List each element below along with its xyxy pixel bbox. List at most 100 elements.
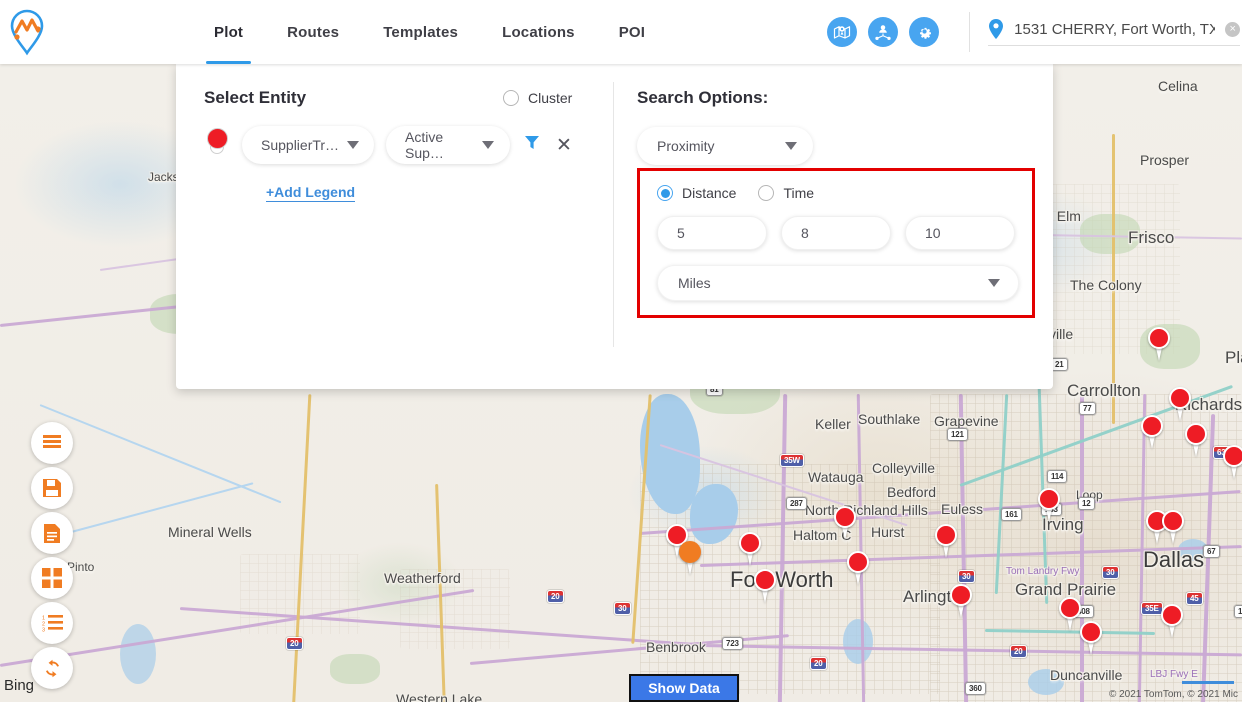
remove-entity-button[interactable]: ✕ [556,136,572,155]
pin-head [1038,488,1060,510]
pin-head [1080,621,1102,643]
map-city-label: Pla [1225,348,1242,367]
map-city-label: Fort Worth [730,567,834,592]
location-value[interactable]: 1531 CHERRY, Fort Worth, TX … [1014,21,1215,38]
map-route-shield: 161 [1001,508,1022,521]
header-action-icons [827,17,940,47]
nav-item-poi[interactable]: POI [597,0,667,64]
distance-label: Distance [682,185,737,201]
map-route-shield: 360 [965,682,986,695]
range-inputs-row: 5 8 10 [657,216,1015,250]
map-greenspace [330,654,380,684]
pin-head [1162,510,1184,532]
map-marker-pin[interactable] [948,584,974,618]
map-marker-pin[interactable] [1159,604,1185,638]
add-legend-link[interactable]: +Add Legend [266,184,356,202]
search-mode-select[interactable]: Proximity [637,127,813,165]
chevron-down-icon [482,141,494,149]
map-city-label: Benbrook [646,639,706,655]
map-tool-rail: 1 2 3 [31,422,73,692]
map-provider-label: Bing [4,677,35,694]
pin-head [1161,604,1183,626]
nav-item-plot[interactable]: Plot [192,0,265,64]
menu-list-icon [43,435,61,448]
save-button[interactable] [31,467,73,509]
location-search-field[interactable]: 1531 CHERRY, Fort Worth, TX … × [988,18,1241,46]
ordered-list-button[interactable]: 1 2 3 [31,602,73,644]
numbered-list-icon: 1 2 3 [42,615,63,633]
map-marker-pin[interactable] [832,506,858,540]
map-city-label: Bedford [887,484,937,500]
refresh-button[interactable] [31,647,73,689]
map-city-label: Mineral Wells [168,524,252,540]
pin-head [679,541,701,563]
map-city-label: LBJ Fwy E [1150,669,1198,680]
nav-item-routes[interactable]: Routes [265,0,361,64]
map-locations-icon [834,26,851,39]
time-radio[interactable] [758,185,775,201]
chevron-down-icon [347,141,360,149]
unit-select[interactable]: Miles [657,265,1019,301]
svg-text:3: 3 [42,628,45,633]
funnel-filter-icon [525,135,539,149]
grid-view-button[interactable] [31,557,73,599]
pin-head [1185,423,1207,445]
map-marker-pin[interactable] [737,532,763,566]
map-city-label: Euless [941,501,984,517]
pin-head [1141,415,1163,437]
report-document-button[interactable] [31,512,73,554]
map-marker-pin[interactable] [1078,621,1104,655]
clear-location-icon[interactable]: × [1225,21,1241,37]
map-lake [120,624,156,684]
red-map-pin-icon [204,128,230,162]
map-city-label: Colleyville [872,460,936,476]
cluster-radio[interactable] [503,90,519,106]
settings-button[interactable] [909,17,940,47]
map-river [39,404,282,504]
range-input-3[interactable]: 10 [905,216,1015,250]
map-route-shield: 21 [1051,358,1068,371]
range-input-2[interactable]: 8 [781,216,891,250]
entity-status-value: Active Sup… [405,129,444,161]
map-marker-pin[interactable] [1183,423,1209,457]
range-input-1[interactable]: 5 [657,216,767,250]
show-data-button[interactable]: Show Data [629,674,739,702]
entity-status-select[interactable]: Active Sup… [386,126,510,164]
filter-button[interactable] [524,135,540,156]
map-city-label: North Richland Hills [805,502,928,518]
nav-item-locations[interactable]: Locations [480,0,597,64]
pin-head [834,506,856,528]
application-root: Jacks Celina Prosper le Elm Frisco The Colony… [0,0,1242,702]
map-city-label: Frisco [1128,228,1175,247]
nav-item-templates[interactable]: Templates [361,0,480,64]
distance-radio[interactable] [657,185,673,201]
map-marker-pin[interactable] [752,569,778,603]
map-city-label: Celina [1158,78,1198,94]
map-marker-pin[interactable] [1036,488,1062,522]
user-network-button[interactable] [868,17,899,47]
map-marker-pin[interactable] [677,541,703,575]
map-marker-pin[interactable] [1139,415,1165,449]
map-city-label: Hurst [871,524,905,540]
map-route-shield: 45 [1186,592,1203,605]
map-city-label: Carrollton [1067,381,1141,400]
map-marker-pin[interactable] [1146,327,1172,361]
pin-head [1148,327,1170,349]
map-route-shield: 67 [1203,545,1220,558]
app-logo[interactable] [2,8,52,56]
map-city-label: Grapevine [934,413,999,429]
map-marker-pin[interactable] [1160,510,1186,544]
map-marker-pin[interactable] [845,551,871,585]
map-lake [843,619,873,664]
menu-list-button[interactable] [31,422,73,464]
map-marker-pin[interactable] [933,524,959,558]
map-route-shield: 30 [958,570,975,583]
cluster-option[interactable]: Cluster [503,90,572,106]
main-navigation: Plot Routes Templates Locations POI [192,0,667,64]
map-marker-pin[interactable] [1167,387,1193,421]
save-floppy-icon [43,479,61,497]
map-marker-pin[interactable] [1221,445,1242,479]
map-city-label: The Colony [1070,277,1142,293]
entity-type-select[interactable]: SupplierTr… [242,126,374,164]
map-locations-button[interactable] [827,17,858,47]
